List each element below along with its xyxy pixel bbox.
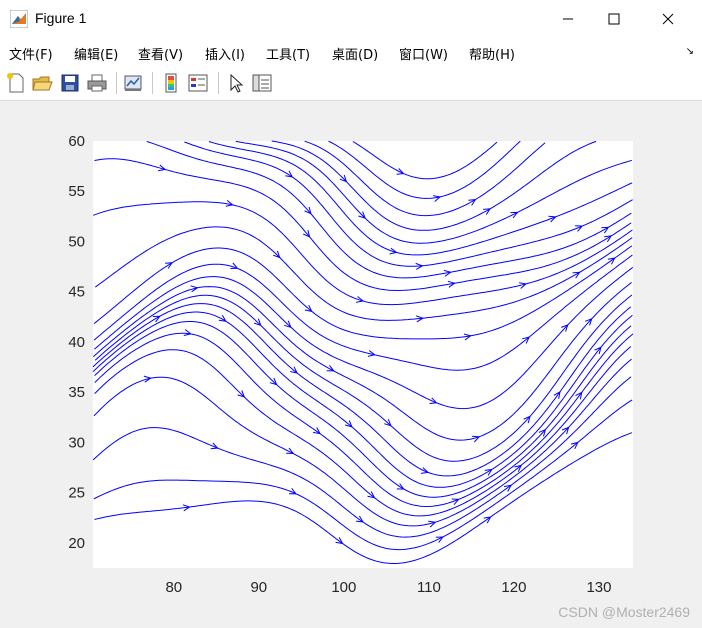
print-icon[interactable] [86,72,108,94]
toolbar-separator [218,72,219,94]
x-tick-label: 130 [586,579,611,596]
property-inspector-icon[interactable] [251,72,273,94]
save-icon[interactable] [59,72,81,94]
dock-arrow-icon[interactable]: ↘ [686,46,694,57]
x-tick-label: 100 [331,579,356,596]
y-tick-label: 45 [68,284,85,301]
window-title: Figure 1 [35,10,87,26]
menu-desktop[interactable]: 桌面(D) [332,44,378,63]
link-plot-icon[interactable] [122,72,144,94]
streamline-plot[interactable]: 20 25 30 35 40 45 50 55 60 80 90 100 110 120 130 [0,101,702,628]
x-tick-label: 110 [417,579,441,596]
axes-background [93,141,633,568]
new-figure-icon[interactable] [5,72,27,94]
menu-window[interactable]: 窗口(W) [399,44,448,63]
close-icon [662,13,674,25]
maximize-button[interactable] [591,0,637,38]
toolbar-separator [116,72,117,94]
edit-plot-icon[interactable] [225,72,247,94]
menu-view[interactable]: 查看(V) [138,44,183,63]
y-tick-label: 30 [68,434,85,451]
x-tick-label: 120 [501,579,526,596]
menu-help[interactable]: 帮助(H) [469,44,515,63]
open-file-icon[interactable] [31,72,53,94]
maximize-icon [608,13,620,25]
minimize-button[interactable] [545,0,591,38]
toolbar-separator [152,72,153,94]
y-axis: 20 25 30 35 40 45 50 55 60 [68,133,85,552]
y-tick-label: 60 [68,133,85,150]
menu-insert[interactable]: 插入(I) [205,44,245,63]
minimize-icon [563,18,573,20]
x-axis: 80 90 100 110 120 130 [165,579,611,596]
close-button[interactable] [645,0,691,38]
y-tick-label: 55 [68,183,85,200]
y-tick-label: 20 [68,535,85,552]
watermark: CSDN @Moster2469 [558,604,690,620]
y-tick-label: 25 [68,485,85,502]
menu-bar: 文件(F) 编辑(E) 查看(V) 插入(I) 工具(T) 桌面(D) 窗口(W… [0,38,702,66]
matlab-logo-icon [10,10,28,28]
x-tick-label: 90 [250,579,267,596]
toolbar [0,66,702,101]
menu-file[interactable]: 文件(F) [9,44,53,63]
y-tick-label: 35 [68,384,85,401]
figure-canvas[interactable]: 20 25 30 35 40 45 50 55 60 80 90 100 110 120 130 CSDN… [0,101,702,628]
menu-tools[interactable]: 工具(T) [266,44,310,63]
x-tick-label: 80 [165,579,182,596]
insert-colorbar-icon[interactable] [160,72,182,94]
y-tick-label: 40 [68,334,85,351]
insert-legend-icon[interactable] [187,72,209,94]
y-tick-label: 50 [68,233,85,250]
title-bar: Figure 1 [0,0,702,38]
menu-edit[interactable]: 编辑(E) [74,44,118,63]
